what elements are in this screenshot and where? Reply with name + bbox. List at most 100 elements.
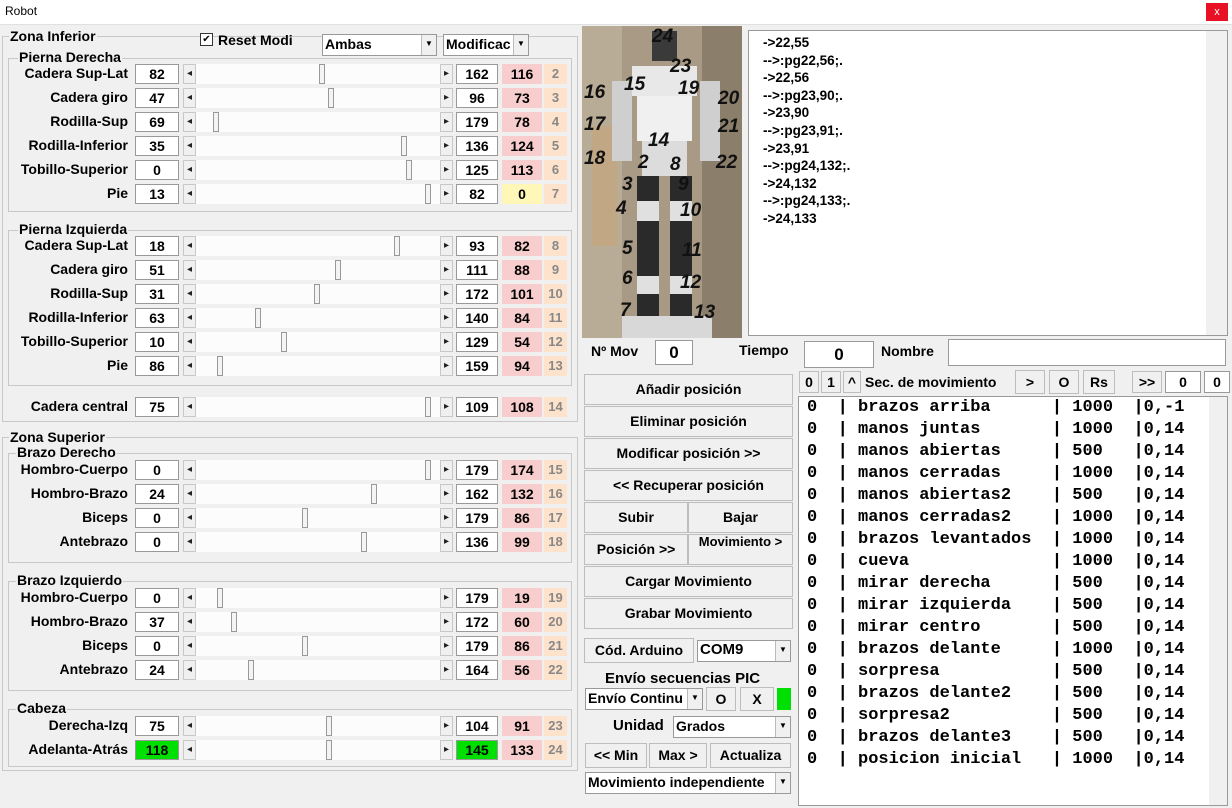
chevron-left-icon[interactable]: ◂ <box>183 160 196 180</box>
list-item[interactable]: 0 | brazos delante | 1000 |0,14 <box>803 639 1227 661</box>
joint-value-field[interactable]: 13 <box>135 184 179 204</box>
joint-value-field[interactable]: 35 <box>135 136 179 156</box>
list-item[interactable]: 0 | manos cerradas | 1000 |0,14 <box>803 463 1227 485</box>
joint-value-field[interactable]: 18 <box>135 236 179 256</box>
load-movement-button[interactable]: Cargar Movimiento <box>584 566 793 597</box>
chevron-right-icon[interactable]: ▸ <box>440 112 453 132</box>
seq-next-button[interactable]: > <box>1015 370 1045 394</box>
joint-slider[interactable] <box>196 260 440 280</box>
list-item[interactable]: 0 | brazos delante3 | 500 |0,14 <box>803 727 1227 749</box>
joint-position-field[interactable]: 111 <box>456 260 498 280</box>
chevron-right-icon[interactable]: ▸ <box>440 88 453 108</box>
list-item[interactable]: 0 | mirar derecha | 500 |0,14 <box>803 573 1227 595</box>
joint-position-field[interactable]: 179 <box>456 636 498 656</box>
joint-slider[interactable] <box>196 112 440 132</box>
joint-value-field[interactable]: 0 <box>135 160 179 180</box>
slider-thumb[interactable] <box>314 284 320 304</box>
chevron-left-icon[interactable]: ◂ <box>183 508 196 528</box>
list-item[interactable]: 0 | brazos levantados | 1000 |0,14 <box>803 529 1227 551</box>
joint-slider[interactable] <box>196 588 440 608</box>
joint-slider[interactable] <box>196 64 440 84</box>
chevron-left-icon[interactable]: ◂ <box>183 740 196 760</box>
slider-thumb[interactable] <box>335 260 341 280</box>
joint-value-field[interactable]: 86 <box>135 356 179 376</box>
joint-value-field[interactable]: 0 <box>135 532 179 552</box>
chevron-right-icon[interactable]: ▸ <box>440 740 453 760</box>
chevron-left-icon[interactable]: ◂ <box>183 308 196 328</box>
list-item[interactable]: 0 | sorpresa2 | 500 |0,14 <box>803 705 1227 727</box>
joint-value-field[interactable]: 0 <box>135 636 179 656</box>
joint-slider[interactable] <box>196 236 440 256</box>
chevron-left-icon[interactable]: ◂ <box>183 260 196 280</box>
joint-position-field[interactable]: 96 <box>456 88 498 108</box>
chevron-left-icon[interactable]: ◂ <box>183 532 196 552</box>
leg-mode-select[interactable]: Ambas ▼ <box>322 34 437 56</box>
joint-value-field[interactable]: 69 <box>135 112 179 132</box>
chevron-right-icon[interactable]: ▸ <box>440 532 453 552</box>
list-item[interactable]: 0 | manos abiertas2 | 500 |0,14 <box>803 485 1227 507</box>
list-item[interactable]: 0 | posicion inicial | 1000 |0,14 <box>803 749 1227 771</box>
slider-thumb[interactable] <box>231 612 237 632</box>
unit-select[interactable]: Grados ▼ <box>673 716 791 738</box>
slider-thumb[interactable] <box>248 660 254 680</box>
nmov-field[interactable]: 0 <box>655 340 693 365</box>
joint-position-field[interactable]: 172 <box>456 284 498 304</box>
delete-position-button[interactable]: Eliminar posición <box>584 406 793 437</box>
joint-value-field[interactable]: 51 <box>135 260 179 280</box>
list-item[interactable]: 0 | mirar izquierda | 500 |0,14 <box>803 595 1227 617</box>
joint-position-field[interactable]: 162 <box>456 64 498 84</box>
slider-thumb[interactable] <box>326 716 332 736</box>
chevron-left-icon[interactable]: ◂ <box>183 460 196 480</box>
joint-value-field[interactable]: 47 <box>135 88 179 108</box>
save-movement-button[interactable]: Grabar Movimiento <box>584 598 793 629</box>
slider-thumb[interactable] <box>371 484 377 504</box>
movement-send-button[interactable]: Movimiento > <box>688 534 793 565</box>
modify-select[interactable]: Modificac ▼ <box>443 34 529 56</box>
list-item[interactable]: 0 | mirar centro | 500 |0,14 <box>803 617 1227 639</box>
chevron-right-icon[interactable]: ▸ <box>440 284 453 304</box>
joint-slider[interactable] <box>196 636 440 656</box>
joint-value-field[interactable]: 31 <box>135 284 179 304</box>
chevron-right-icon[interactable]: ▸ <box>440 612 453 632</box>
max-button[interactable]: Max > <box>649 743 707 768</box>
slider-thumb[interactable] <box>401 136 407 156</box>
chevron-right-icon[interactable]: ▸ <box>440 356 453 376</box>
reset-checkbox[interactable]: ✔ <box>200 33 213 46</box>
modify-position-button[interactable]: Modificar posición >> <box>584 438 793 469</box>
joint-value-field[interactable]: 24 <box>135 660 179 680</box>
joint-slider[interactable] <box>196 184 440 204</box>
slider-thumb[interactable] <box>319 64 325 84</box>
slider-thumb[interactable] <box>281 332 287 352</box>
joint-value-field[interactable]: 63 <box>135 308 179 328</box>
list-item[interactable]: 0 | cueva | 1000 |0,14 <box>803 551 1227 573</box>
slider-thumb[interactable] <box>326 740 332 760</box>
joint-slider[interactable] <box>196 508 440 528</box>
move-up-button[interactable]: Subir <box>584 502 688 533</box>
joint-value-field[interactable]: 10 <box>135 332 179 352</box>
joint-value-field[interactable]: 75 <box>135 716 179 736</box>
chevron-left-icon[interactable]: ◂ <box>183 236 196 256</box>
joint-position-field[interactable]: 129 <box>456 332 498 352</box>
joint-position-field[interactable]: 145 <box>456 740 498 760</box>
chevron-right-icon[interactable]: ▸ <box>440 716 453 736</box>
slider-thumb[interactable] <box>255 308 261 328</box>
sequence-list[interactable]: 0 | brazos arriba | 1000 |0,-1 0 | manos … <box>798 396 1228 806</box>
seq-value-1[interactable]: 0 <box>1165 371 1201 393</box>
chevron-left-icon[interactable]: ◂ <box>183 284 196 304</box>
joint-position-field[interactable]: 136 <box>456 136 498 156</box>
chevron-left-icon[interactable]: ◂ <box>183 88 196 108</box>
joint-position-field[interactable]: 125 <box>456 160 498 180</box>
chevron-right-icon[interactable]: ▸ <box>440 260 453 280</box>
chevron-right-icon[interactable]: ▸ <box>440 588 453 608</box>
list-item[interactable]: 0 | manos abiertas | 500 |0,14 <box>803 441 1227 463</box>
slider-thumb[interactable] <box>328 88 334 108</box>
chevron-left-icon[interactable]: ◂ <box>183 136 196 156</box>
chevron-left-icon[interactable]: ◂ <box>183 716 196 736</box>
chevron-left-icon[interactable]: ◂ <box>183 397 196 417</box>
serial-log[interactable]: ->22,55 -->:pg22,56;. ->22,56 -->:pg23,90;.… <box>748 30 1228 336</box>
pic-open-button[interactable]: O <box>706 687 736 711</box>
joint-value-field[interactable]: 118 <box>135 740 179 760</box>
slider-thumb[interactable] <box>394 236 400 256</box>
joint-slider[interactable] <box>196 332 440 352</box>
nombre-field[interactable] <box>948 339 1226 366</box>
